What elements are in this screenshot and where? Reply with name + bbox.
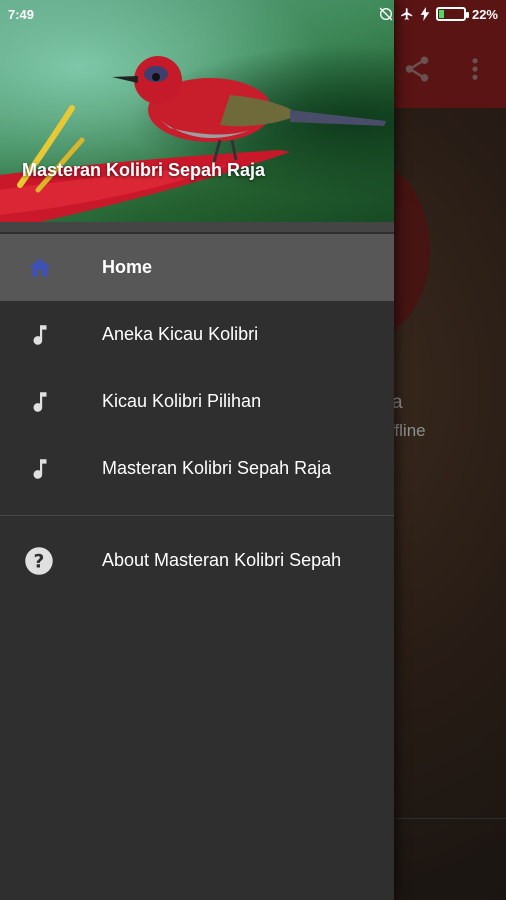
nav-item-home[interactable]: Home bbox=[0, 234, 394, 301]
battery-icon bbox=[435, 7, 469, 21]
nav-item-about[interactable]: ? About Masteran Kolibri Sepah bbox=[0, 527, 394, 594]
status-bar: 7:49 22% bbox=[0, 0, 506, 28]
battery-percent: 22% bbox=[471, 6, 498, 22]
home-icon bbox=[29, 258, 51, 277]
music-note-icon bbox=[33, 325, 47, 345]
header-separator bbox=[0, 222, 394, 232]
sunbird-header-image bbox=[0, 56, 386, 222]
svg-text:?: ? bbox=[34, 551, 45, 572]
battery-level-fill bbox=[438, 10, 444, 18]
nav-item-aneka-kicau-kolibri[interactable]: Aneka Kicau Kolibri bbox=[0, 301, 394, 368]
nav-item-label: Kicau Kolibri Pilihan bbox=[102, 391, 262, 411]
drawer-header-title: Masteran Kolibri Sepah Raja bbox=[22, 160, 266, 180]
background-subtitle-text: ffline bbox=[390, 421, 426, 440]
navigation-drawer: Masteran Kolibri Sepah Raja Home Aneka K… bbox=[0, 0, 394, 900]
nav-item-masteran-kolibri-sepah-raja[interactable]: Masteran Kolibri Sepah Raja bbox=[0, 435, 394, 502]
drawer-header: Masteran Kolibri Sepah Raja bbox=[0, 0, 394, 222]
nav-item-label: About Masteran Kolibri Sepah bbox=[102, 550, 342, 570]
nav-item-label: Masteran Kolibri Sepah Raja bbox=[102, 458, 332, 478]
charging-bolt-icon bbox=[420, 7, 430, 21]
nav-item-kicau-kolibri-pilihan[interactable]: Kicau Kolibri Pilihan bbox=[0, 368, 394, 435]
more-vert-icon[interactable] bbox=[468, 55, 482, 83]
nav-item-label: Aneka Kicau Kolibri bbox=[102, 324, 259, 344]
status-time: 7:49 bbox=[8, 7, 35, 22]
drawer-divider bbox=[0, 515, 394, 516]
nav-item-label: Home bbox=[102, 257, 153, 277]
music-note-icon bbox=[33, 459, 47, 479]
share-icon[interactable] bbox=[402, 54, 432, 84]
background-divider bbox=[394, 818, 506, 819]
sync-off-icon bbox=[379, 7, 393, 21]
help-circle-icon: ? bbox=[25, 547, 53, 575]
airplane-mode-icon bbox=[401, 8, 413, 20]
music-note-icon bbox=[33, 392, 47, 412]
